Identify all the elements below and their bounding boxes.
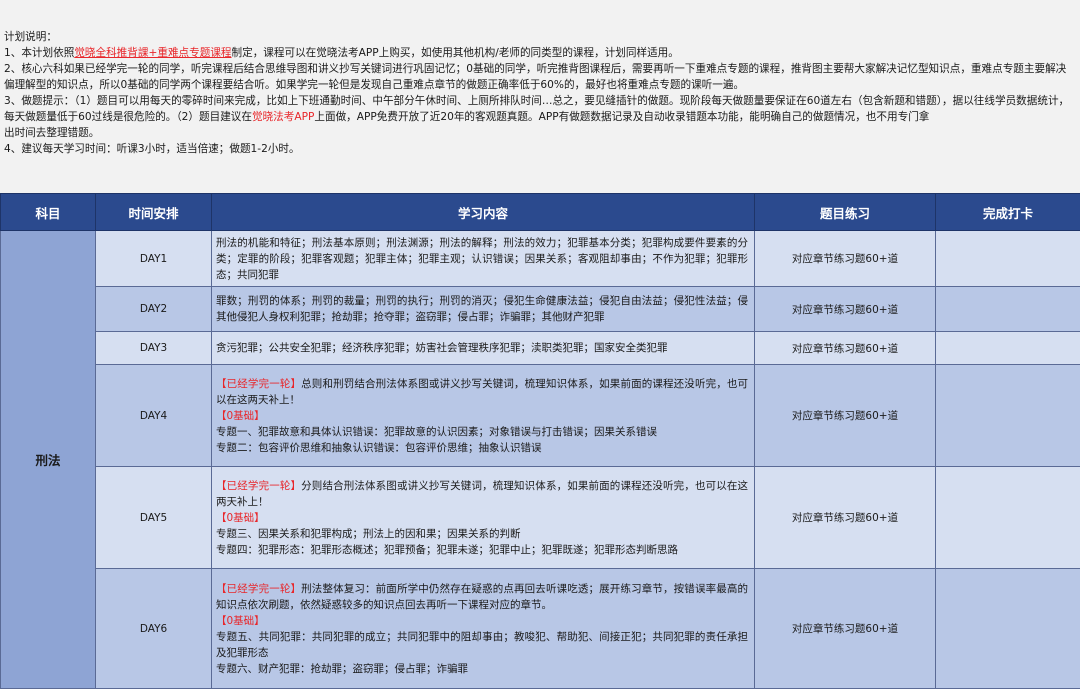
- checkin-cell[interactable]: [935, 230, 1080, 287]
- header-schedule: 时间安排: [95, 193, 212, 231]
- content-cell: 【已经学完一轮】分则结合刑法体系图或讲义抄写关键词，梳理知识体系，如果前面的课程…: [211, 466, 755, 569]
- table-row: DAY6 【已经学完一轮】刑法整体复习：前面所学中仍然存在疑惑的点再回去听课吃透…: [1, 568, 1080, 689]
- plan-notes: 计划说明： 1、本计划依照觉晓全科推背課+重难点专题课程制定，课程可以在觉晓法考…: [0, 0, 1080, 193]
- table-row: DAY5 【已经学完一轮】分则结合刑法体系图或讲义抄写关键词，梳理知识体系，如果…: [1, 466, 1080, 569]
- table-row: DAY2 罪数；刑罚的体系；刑罚的裁量；刑罚的执行；刑罚的消灭；侵犯生命健康法益…: [1, 286, 1080, 332]
- day-cell: DAY6: [95, 568, 212, 689]
- content-line: 专题一、犯罪故意和具体认识错误：犯罪故意的认识因素；对象错误与打击错误；因果关系…: [216, 425, 657, 438]
- day-cell: DAY4: [95, 364, 212, 467]
- tag-learned: 【已经学完一轮】: [216, 377, 302, 390]
- checkin-cell[interactable]: [935, 466, 1080, 569]
- notes-title: 计划说明：: [4, 31, 57, 43]
- checkin-cell[interactable]: [935, 364, 1080, 467]
- checkin-cell[interactable]: [935, 286, 1080, 332]
- content-cell: 贪污犯罪；公共安全犯罪；经济秩序犯罪；妨害社会管理秩序犯罪；渎职类犯罪；国家安全…: [211, 331, 755, 365]
- checkin-cell[interactable]: [935, 331, 1080, 365]
- checkin-cell[interactable]: [935, 568, 1080, 689]
- header-subject: 科目: [0, 193, 96, 231]
- subject-cell: 刑法: [0, 230, 96, 689]
- day-cell: DAY2: [95, 286, 212, 332]
- exercise-cell: 对应章节练习题60+道: [754, 331, 936, 365]
- content-cell: 【已经学完一轮】总则和刑罚结合刑法体系图或讲义抄写关键词，梳理知识体系，如果前面…: [211, 364, 755, 467]
- notes-item-3-text-cont: 出时间去整理错题。: [4, 127, 100, 139]
- tag-zero-basis: 【0基础】: [216, 409, 265, 422]
- header-content: 学习内容: [211, 193, 755, 231]
- table-row: DAY4 【已经学完一轮】总则和刑罚结合刑法体系图或讲义抄写关键词，梳理知识体系…: [1, 364, 1080, 467]
- table-row: 刑法 DAY1 刑法的机能和特征；刑法基本原则；刑法渊源；刑法的解释；刑法的效力…: [0, 230, 1080, 689]
- content-line: 专题二：包容评价思维和抽象认识错误：包容评价思维；抽象认识错误: [216, 441, 542, 454]
- notes-item-4: 4、建议每天学习时间：听课3小时，适当倍速；做题1-2小时。: [4, 143, 300, 155]
- notes-item-2: 2、核心六科如果已经学完一轮的同学，听完课程后结合思维导图和讲义抄写关键词进行巩…: [4, 63, 1067, 91]
- notes-item-3: 3、做题提示：（1）题目可以用每天的零碎时间来完成，比如上下班通勤时间、中午部分…: [4, 93, 1074, 141]
- notes-item-3-text-post: 上面做，APP免费开放了近20年的客观题真题。APP有做题数据记录及自动收录错题…: [314, 111, 930, 123]
- day-cell: DAY5: [95, 466, 212, 569]
- course-link[interactable]: 觉晓全科推背課+重难点专题课程: [74, 47, 231, 59]
- tag-learned: 【已经学完一轮】: [216, 479, 302, 492]
- tag-zero-basis: 【0基础】: [216, 511, 265, 524]
- day-cell: DAY1: [95, 230, 212, 287]
- notes-item-1: 1、本计划依照觉晓全科推背課+重难点专题课程制定，课程可以在觉晓法考APP上购买…: [4, 45, 1074, 61]
- content-line: 专题五、共同犯罪：共同犯罪的成立；共同犯罪中的阻却事由；教唆犯、帮助犯、间接正犯…: [216, 630, 748, 659]
- notes-item-1-text: 1、本计划依照: [4, 47, 75, 59]
- exercise-cell: 对应章节练习题60+道: [754, 364, 936, 467]
- content-cell: 【已经学完一轮】刑法整体复习：前面所学中仍然存在疑惑的点再回去听课吃透；展开练习…: [211, 568, 755, 689]
- exercise-cell: 对应章节练习题60+道: [754, 568, 936, 689]
- content-cell: 刑法的机能和特征；刑法基本原则；刑法渊源；刑法的解释；刑法的效力；犯罪基本分类；…: [211, 230, 755, 287]
- content-line: 专题六、财产犯罪：抢劫罪；盗窃罪；侵占罪；诈骗罪: [216, 662, 468, 675]
- header-exercise: 题目练习: [754, 193, 936, 231]
- notes-item-1-text-post: 制定，课程可以在觉晓法考APP上购买，如使用其他机构/老师的同类型的课程，计划同…: [231, 47, 679, 59]
- tag-learned: 【已经学完一轮】: [216, 582, 302, 595]
- exercise-cell: 对应章节练习题60+道: [754, 230, 936, 287]
- study-plan-table: 科目 时间安排 学习内容 题目练习 完成打卡 刑法 DAY1 刑法的机能和特征；…: [0, 193, 1080, 689]
- content-line: 专题三、因果关系和犯罪构成；刑法上的因和果；因果关系的判断: [216, 527, 521, 540]
- content-cell: 罪数；刑罚的体系；刑罚的裁量；刑罚的执行；刑罚的消灭；侵犯生命健康法益；侵犯自由…: [211, 286, 755, 332]
- exercise-cell: 对应章节练习题60+道: [754, 286, 936, 332]
- app-link[interactable]: 觉晓法考APP: [252, 111, 314, 123]
- content-line: 专题四：犯罪形态：犯罪形态概述；犯罪预备；犯罪未遂；犯罪中止；犯罪既遂；犯罪形态…: [216, 543, 678, 556]
- table-header-row: 科目 时间安排 学习内容 题目练习 完成打卡: [0, 193, 1080, 231]
- exercise-cell: 对应章节练习题60+道: [754, 466, 936, 569]
- day-cell: DAY3: [95, 331, 212, 365]
- header-checkin: 完成打卡: [935, 193, 1080, 231]
- tag-zero-basis: 【0基础】: [216, 614, 265, 627]
- table-row: DAY3 贪污犯罪；公共安全犯罪；经济秩序犯罪；妨害社会管理秩序犯罪；渎职类犯罪…: [1, 331, 1080, 365]
